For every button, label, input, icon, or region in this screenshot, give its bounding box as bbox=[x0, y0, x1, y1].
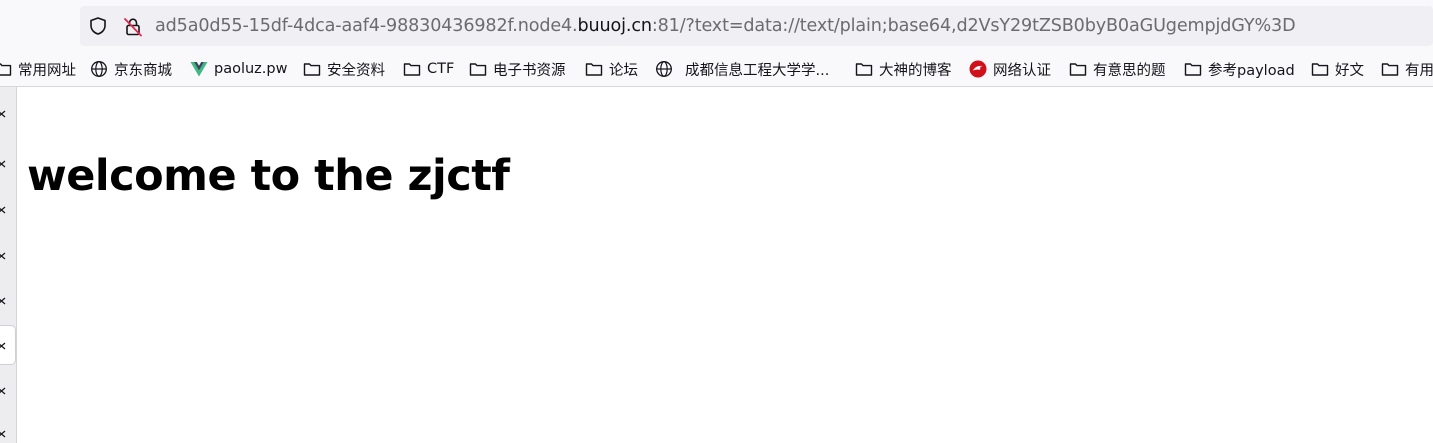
folder-icon bbox=[585, 60, 603, 78]
bookmark-expert-blogs[interactable]: 大神的博客 bbox=[855, 52, 952, 86]
url-domain: buuoj.cn bbox=[577, 16, 652, 36]
bookmark-label: 网络认证 bbox=[993, 62, 1051, 79]
bookmark-label: 有用 bbox=[1405, 62, 1433, 79]
bookmark-label: 好文 bbox=[1335, 62, 1364, 79]
globe-icon bbox=[90, 60, 108, 78]
bookmark-label: 有意思的题 bbox=[1093, 62, 1166, 79]
bookmark-label: 论坛 bbox=[609, 62, 638, 79]
shield-icon[interactable] bbox=[88, 16, 108, 36]
folder-icon bbox=[469, 60, 487, 78]
bookmark-label: paoluz.pw bbox=[214, 61, 288, 77]
close-icon[interactable] bbox=[0, 157, 10, 168]
close-icon[interactable] bbox=[0, 249, 10, 260]
close-icon[interactable] bbox=[0, 294, 10, 305]
bookmark-ctf[interactable]: CTF bbox=[403, 52, 454, 86]
close-icon[interactable] bbox=[0, 339, 10, 350]
browser-window: ad5a0d55-15df-4dca-aaf4-98830436982f.nod… bbox=[0, 0, 1433, 443]
folder-icon bbox=[0, 60, 12, 78]
bookmark-label: 大神的博客 bbox=[879, 62, 952, 79]
bookmark-label: CTF bbox=[427, 61, 455, 77]
page-heading: welcome to the zjctf bbox=[27, 151, 510, 201]
bookmark-useful[interactable]: 有用 bbox=[1381, 52, 1433, 86]
close-icon[interactable] bbox=[0, 384, 10, 395]
bookmark-interesting-problems[interactable]: 有意思的题 bbox=[1069, 52, 1166, 86]
vue-logo-icon bbox=[190, 60, 208, 78]
folder-icon bbox=[1381, 60, 1399, 78]
bookmark-label: 电子书资源 bbox=[493, 62, 566, 79]
bookmark-security-docs[interactable]: 安全资料 bbox=[303, 52, 385, 86]
folder-icon bbox=[1069, 60, 1087, 78]
bookmark-forum[interactable]: 论坛 bbox=[585, 52, 638, 86]
bookmark-label: 常用网址 bbox=[18, 62, 76, 79]
close-icon[interactable] bbox=[0, 203, 10, 214]
url-suffix: :81/?text=data://text/plain;base64,d2VsY… bbox=[651, 16, 1296, 36]
bookmarks-toolbar: 常用网址 京东商城 paoluz.pw 安全资料 CTF 电子书资源 论坛 成都… bbox=[0, 52, 1433, 87]
red-bird-logo-icon bbox=[969, 60, 987, 78]
vertical-tabs-sidebar bbox=[0, 87, 17, 443]
url-text[interactable]: ad5a0d55-15df-4dca-aaf4-98830436982f.nod… bbox=[155, 15, 1296, 37]
bookmark-jd[interactable]: 京东商城 bbox=[90, 52, 172, 86]
bookmark-paoluz[interactable]: paoluz.pw bbox=[190, 52, 287, 86]
bookmark-network-auth[interactable]: 网络认证 bbox=[969, 52, 1051, 86]
folder-icon bbox=[303, 60, 321, 78]
bookmark-good-articles[interactable]: 好文 bbox=[1311, 52, 1364, 86]
close-icon[interactable] bbox=[0, 107, 10, 118]
folder-icon bbox=[1311, 60, 1329, 78]
insecure-lock-icon[interactable] bbox=[122, 16, 144, 38]
folder-icon bbox=[1184, 60, 1202, 78]
bookmark-label: 京东商城 bbox=[114, 62, 172, 79]
bookmark-common-sites[interactable]: 常用网址 bbox=[0, 52, 76, 86]
bookmark-payload-reference[interactable]: 参考payload bbox=[1184, 52, 1295, 86]
bookmark-label: 参考payload bbox=[1208, 62, 1295, 79]
url-prefix: ad5a0d55-15df-4dca-aaf4-98830436982f.nod… bbox=[155, 16, 578, 36]
folder-icon bbox=[855, 60, 873, 78]
close-icon[interactable] bbox=[0, 427, 10, 438]
bookmark-ebooks[interactable]: 电子书资源 bbox=[469, 52, 566, 86]
page-content: welcome to the zjctf bbox=[17, 88, 1433, 443]
globe-icon bbox=[655, 60, 673, 78]
bookmark-label: 成都信息工程大学学... bbox=[685, 62, 830, 79]
bookmark-cuit[interactable]: 成都信息工程大学学... bbox=[655, 52, 829, 86]
navigation-toolbar: ad5a0d55-15df-4dca-aaf4-98830436982f.nod… bbox=[0, 0, 1433, 52]
folder-icon bbox=[403, 60, 421, 78]
bookmark-label: 安全资料 bbox=[327, 62, 385, 79]
